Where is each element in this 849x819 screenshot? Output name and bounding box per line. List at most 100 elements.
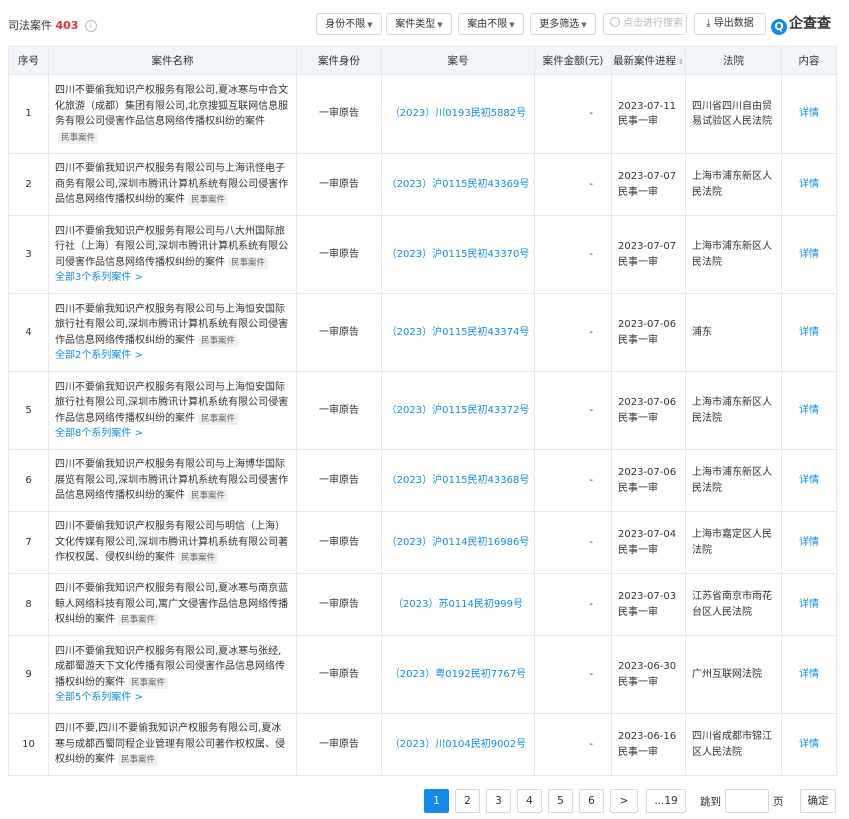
logo: Q 企查查	[771, 14, 831, 35]
more-filters-dropdown[interactable]: 更多筛选 ▼	[530, 13, 596, 35]
filter-cause-dropdown[interactable]: 案由不限 ▼	[458, 13, 524, 35]
case-number-link[interactable]: （2023）沪0115民初43368号	[387, 475, 530, 486]
info-icon[interactable]: i	[84, 20, 97, 32]
case-name-link[interactable]: 四川不要偷我知识产权服务有限公司与明信（上海）文化传媒有限公司,深圳市腾讯计算机…	[55, 521, 288, 563]
series-cases-link[interactable]: 全部5个系列案件 >	[55, 690, 290, 706]
case-role: 一审原告	[296, 293, 382, 372]
filter-label: 更多筛选	[539, 19, 580, 30]
case-number-link[interactable]: （2023）川0193民初5882号	[390, 108, 526, 119]
series-cases-link[interactable]: 全部8个系列案件 >	[55, 426, 290, 442]
case-name-link[interactable]: 四川不要偷我知识产权服务有限公司与上海博华国际展览有限公司,深圳市腾讯计算机系统…	[55, 459, 288, 501]
case-name-cell: 四川不要偷我知识产权服务有限公司,夏冰寒与南京蓝鲸人网络科技有限公司,寓广文侵害…	[48, 573, 297, 636]
detail-link[interactable]: 详情	[799, 739, 819, 750]
case-name-cell: 四川不要偷我知识产权服务有限公司与上海博华国际展览有限公司,深圳市腾讯计算机系统…	[48, 449, 297, 512]
col-header-amount: 案件金额(元)	[534, 46, 612, 75]
court-name: 江苏省南京市雨花台区人民法院	[685, 573, 782, 636]
case-amount: -	[534, 215, 612, 294]
sort-icon[interactable]: ⇕	[678, 58, 684, 66]
court-name: 四川省四川自由贸易试验区人民法院	[685, 74, 782, 154]
detail-cell: 详情	[781, 371, 837, 450]
case-type-tag: 民事案件	[178, 552, 219, 565]
detail-link[interactable]: 详情	[799, 405, 819, 416]
row-number: 9	[8, 635, 49, 714]
court-name: 上海市浦东新区人民法院	[685, 153, 782, 216]
case-number-cell: （2023）沪0115民初43368号	[381, 449, 535, 512]
case-role: 一审原告	[296, 215, 382, 294]
case-number-link[interactable]: （2023）沪0115民初43374号	[387, 327, 530, 338]
case-number-link[interactable]: （2023）粤0192民初7767号	[390, 669, 526, 680]
case-name-link[interactable]: 四川不要偷我知识产权服务有限公司,夏冰寒与张经,成都蜀游天下文化传播有限公司侵害…	[55, 646, 285, 688]
detail-link[interactable]: 详情	[799, 108, 819, 119]
case-type-tag: 民事案件	[58, 131, 99, 144]
confirm-button[interactable]: 确定	[800, 789, 836, 813]
page-2-button[interactable]: 2	[455, 789, 480, 813]
detail-link[interactable]: 详情	[799, 599, 819, 610]
case-number-cell: （2023）粤0192民初7767号	[381, 635, 535, 714]
court-name: 上海市嘉定区人民法院	[685, 511, 782, 574]
court-name: 浦东	[685, 293, 782, 372]
case-number-link[interactable]: （2023）沪0115民初43369号	[387, 179, 530, 190]
col-header-role: 案件身份	[296, 46, 382, 75]
row-number: 2	[8, 153, 49, 216]
progress-stage: 民事一审	[618, 482, 658, 494]
page-4-button[interactable]: 4	[517, 789, 542, 813]
last-page-button[interactable]: ...19	[646, 789, 686, 813]
case-number-cell: （2023）沪0115民初43369号	[381, 153, 535, 216]
page-6-button[interactable]: 6	[579, 789, 604, 813]
case-number-link[interactable]: （2023）沪0115民初43370号	[387, 249, 530, 260]
case-name-link[interactable]: 四川不要偷我知识产权服务有限公司,夏冰寒与南京蓝鲸人网络科技有限公司,寓广文侵害…	[55, 583, 288, 625]
case-amount: -	[534, 74, 612, 154]
progress-stage: 民事一审	[618, 116, 658, 127]
case-role: 一审原告	[296, 74, 382, 154]
case-number-link[interactable]: （2023）苏0114民初999号	[393, 599, 523, 610]
case-name-cell: 四川不要偷我知识产权服务有限公司与上海恒安国际旅行社有限公司,深圳市腾讯计算机系…	[48, 293, 297, 372]
case-amount: -	[534, 449, 612, 512]
table-row: 6 四川不要偷我知识产权服务有限公司与上海博华国际展览有限公司,深圳市腾讯计算机系…	[8, 449, 837, 512]
case-name-link[interactable]: 四川不要偷我知识产权服务有限公司,夏冰寒与中合文化旅游（成都）集团有限公司,北京…	[55, 85, 288, 127]
case-amount: -	[534, 371, 612, 450]
search-input[interactable]: 点击进行搜索	[603, 13, 687, 35]
jump-page-input[interactable]	[725, 789, 769, 813]
case-progress: 2023-07-11 民事一审	[611, 74, 686, 154]
case-progress: 2023-07-06 民事一审	[611, 449, 686, 512]
series-cases-link[interactable]: 全部3个系列案件 >	[55, 270, 290, 286]
progress-stage: 民事一审	[618, 186, 658, 198]
case-type-tag: 民事案件	[118, 614, 159, 627]
case-name-link[interactable]: 四川不要偷我知识产权服务有限公司与上海恒安国际旅行社有限公司,深圳市腾讯计算机系…	[55, 304, 288, 346]
export-button[interactable]: ⤓ 导出数据	[694, 13, 766, 35]
detail-link[interactable]: 详情	[799, 669, 819, 680]
col-header-court: 法院	[685, 46, 782, 75]
col-header-progress[interactable]: 最新案件进程 ⇕	[611, 46, 686, 75]
progress-stage: 民事一审	[618, 746, 658, 758]
case-role: 一审原告	[296, 573, 382, 636]
case-name-link[interactable]: 四川不要,四川不要偷我知识产权服务有限公司,夏冰寒与成都西蜀同程企业管理有限公司…	[55, 723, 285, 765]
filter-identity-dropdown[interactable]: 身份不限 ▼	[316, 13, 382, 35]
case-number-link[interactable]: （2023）沪0115民初43372号	[387, 405, 530, 416]
detail-cell: 详情	[781, 511, 837, 574]
case-name-cell: 四川不要偷我知识产权服务有限公司,夏冰寒与中合文化旅游（成都）集团有限公司,北京…	[48, 74, 297, 154]
page-3-button[interactable]: 3	[486, 789, 511, 813]
case-name-cell: 四川不要偷我知识产权服务有限公司与上海恒安国际旅行社有限公司,深圳市腾讯计算机系…	[48, 371, 297, 450]
table-row: 1 四川不要偷我知识产权服务有限公司,夏冰寒与中合文化旅游（成都）集团有限公司,北…	[8, 74, 837, 154]
row-number: 7	[8, 511, 49, 574]
filter-case-type-dropdown[interactable]: 案件类型 ▼	[386, 13, 452, 35]
detail-link[interactable]: 详情	[799, 327, 819, 338]
detail-link[interactable]: 详情	[799, 537, 819, 548]
detail-link[interactable]: 详情	[799, 179, 819, 190]
caret-down-icon: ▼	[509, 21, 515, 29]
court-name: 四川省成都市锦江区人民法院	[685, 713, 782, 776]
case-number-link[interactable]: （2023）沪0114民初16986号	[387, 537, 530, 548]
page-unit-label: 页	[773, 796, 784, 808]
case-name-link[interactable]: 四川不要偷我知识产权服务有限公司与上海恒安国际旅行社有限公司,深圳市腾讯计算机系…	[55, 382, 288, 424]
detail-link[interactable]: 详情	[799, 249, 819, 260]
case-role: 一审原告	[296, 511, 382, 574]
case-name-link[interactable]: 四川不要偷我知识产权服务有限公司与上海讯怪电子商务有限公司,深圳市腾讯计算机系统…	[55, 163, 288, 205]
page-5-button[interactable]: 5	[548, 789, 573, 813]
case-type-tag: 民事案件	[118, 754, 159, 767]
next-page-button[interactable]: >	[610, 789, 638, 813]
series-cases-link[interactable]: 全部2个系列案件 >	[55, 348, 290, 364]
page-1-button[interactable]: 1	[424, 789, 449, 813]
case-number-link[interactable]: （2023）川0104民初9002号	[390, 739, 526, 750]
detail-link[interactable]: 详情	[799, 475, 819, 486]
caret-down-icon: ▼	[437, 21, 443, 29]
